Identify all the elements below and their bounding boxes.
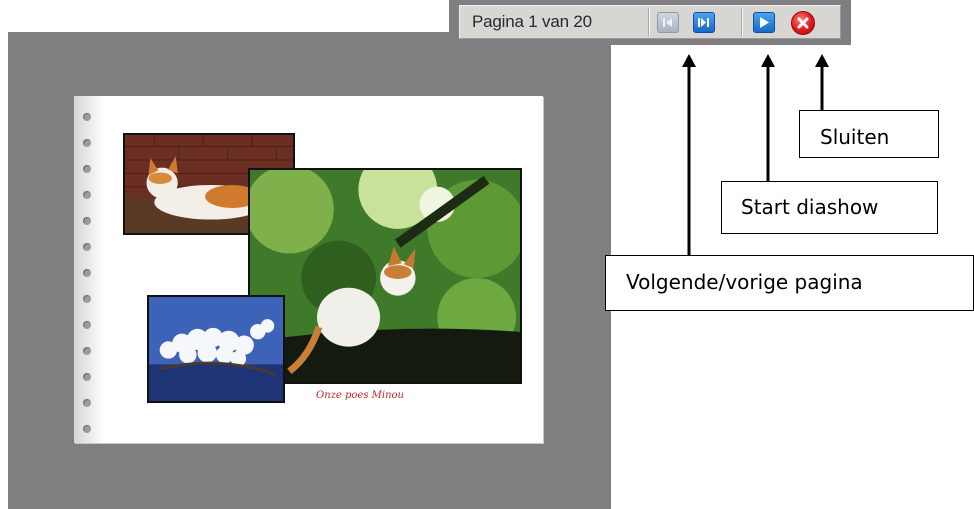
close-icon bbox=[797, 17, 809, 29]
callout-close: Sluiten bbox=[799, 110, 939, 158]
callout-close-label: Sluiten bbox=[820, 125, 890, 149]
next-page-icon bbox=[698, 18, 709, 27]
toolbar-separator bbox=[741, 8, 742, 36]
callout-navigation: Volgende/vorige pagina bbox=[605, 255, 974, 311]
binding-hole bbox=[83, 243, 91, 251]
binding-hole bbox=[83, 425, 91, 433]
callout-slideshow-label: Start diashow bbox=[741, 195, 879, 219]
arrow-to-navigation-buttons bbox=[682, 54, 696, 256]
start-slideshow-button[interactable] bbox=[753, 12, 775, 33]
binding-hole bbox=[83, 373, 91, 381]
next-page-button[interactable] bbox=[693, 12, 715, 33]
arrow-to-slideshow-button bbox=[761, 54, 775, 182]
binding-hole bbox=[83, 217, 91, 225]
album-page: Onze poes Minou bbox=[74, 96, 543, 443]
play-icon bbox=[760, 17, 769, 28]
binding-hole bbox=[83, 321, 91, 329]
photo-white-blossoms bbox=[147, 295, 285, 403]
binding-hole bbox=[83, 269, 91, 277]
toolbar-panel: Pagina 1 van 20 bbox=[459, 5, 841, 39]
binding-hole bbox=[83, 347, 91, 355]
viewer-toolbar: Pagina 1 van 20 bbox=[449, 0, 851, 45]
callout-navigation-label: Volgende/vorige pagina bbox=[626, 270, 863, 294]
page-indicator: Pagina 1 van 20 bbox=[472, 12, 592, 31]
photo-cat-in-tree bbox=[248, 168, 522, 384]
toolbar-separator bbox=[648, 8, 649, 36]
page-binding bbox=[74, 96, 104, 443]
callout-slideshow: Start diashow bbox=[721, 181, 938, 234]
arrow-to-close-button bbox=[815, 54, 829, 111]
photo-caption: Onze poes Minou bbox=[316, 390, 404, 401]
close-button[interactable] bbox=[791, 11, 815, 35]
binding-hole bbox=[83, 295, 91, 303]
binding-hole bbox=[83, 165, 91, 173]
binding-hole bbox=[83, 399, 91, 407]
previous-page-icon bbox=[663, 18, 672, 27]
binding-hole bbox=[83, 113, 91, 121]
binding-hole bbox=[83, 139, 91, 147]
binding-hole bbox=[83, 191, 91, 199]
previous-page-button[interactable] bbox=[657, 12, 679, 33]
